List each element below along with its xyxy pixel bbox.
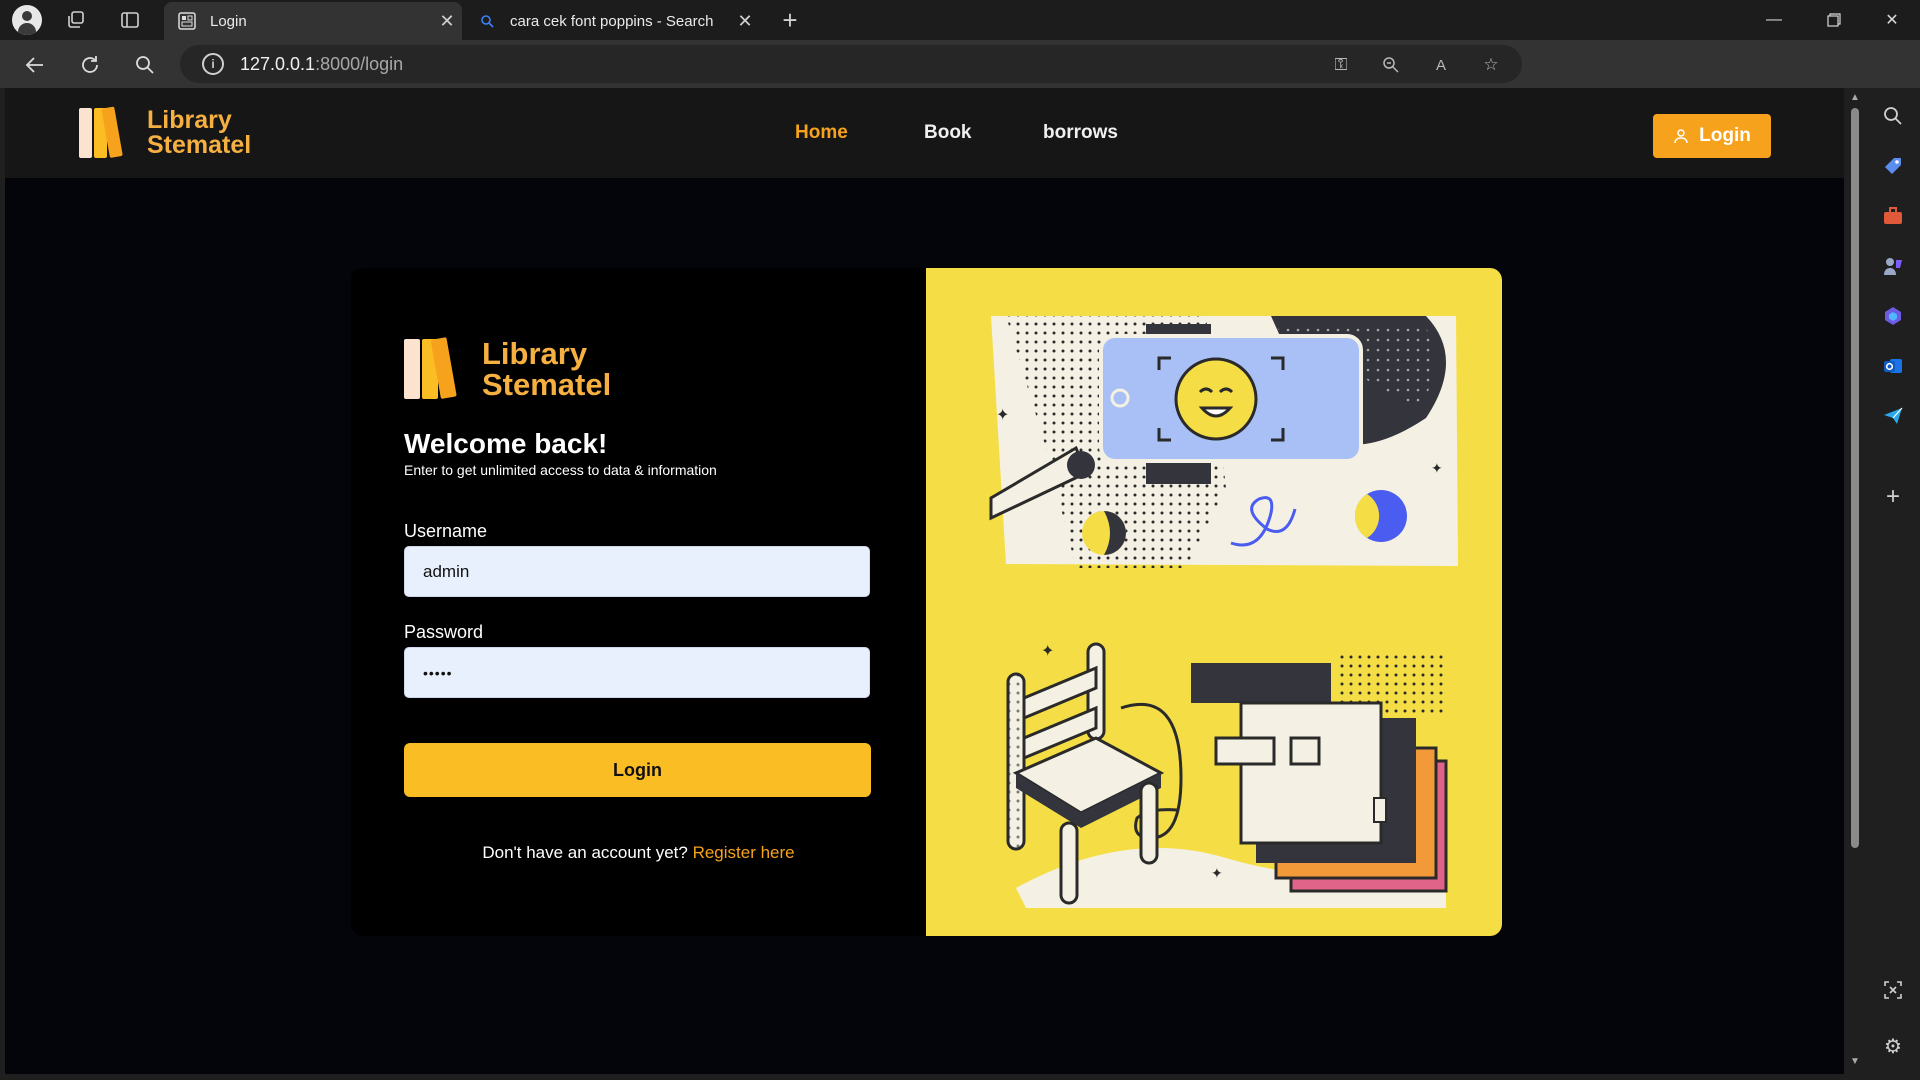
navbar-login-button[interactable]: Login xyxy=(1653,114,1771,158)
books-logo-icon xyxy=(79,106,133,158)
browser-tab-bar: Login ✕ cara cek font poppins - Search ✕… xyxy=(0,0,1920,40)
tab-login[interactable]: Login ✕ xyxy=(164,2,462,40)
logo-line-2: Stematel xyxy=(147,131,252,159)
workspaces-icon[interactable] xyxy=(62,6,90,34)
user-icon xyxy=(1673,128,1689,144)
zoom-out-icon[interactable] xyxy=(1380,54,1402,76)
svg-text:✦: ✦ xyxy=(1211,865,1223,881)
scroll-down-icon[interactable]: ▼ xyxy=(1849,1056,1861,1068)
outlook-icon[interactable] xyxy=(1879,352,1907,380)
svg-text:✦: ✦ xyxy=(1041,643,1054,660)
screenshot-capture-icon[interactable] xyxy=(1879,976,1907,1004)
telegram-send-icon[interactable] xyxy=(1879,402,1907,430)
sidebar-search-icon[interactable] xyxy=(1879,102,1907,130)
register-link[interactable]: Register here xyxy=(693,843,795,862)
nav-book[interactable]: Book xyxy=(924,122,972,144)
username-input[interactable]: admin xyxy=(404,546,870,597)
page-scrollbar[interactable]: ▲ ▼ xyxy=(1844,88,1866,1074)
search-icon[interactable] xyxy=(130,50,160,80)
read-aloud-icon[interactable]: A xyxy=(1430,54,1452,76)
svg-text:✦: ✦ xyxy=(1431,460,1443,476)
vertical-tabs-icon[interactable] xyxy=(116,6,144,34)
nav-borrows[interactable]: borrows xyxy=(1043,122,1118,144)
tab-search[interactable]: cara cek font poppins - Search ✕ xyxy=(464,2,760,40)
back-icon[interactable] xyxy=(20,50,50,80)
login-illustration: ✦ ✦ ✦ ✦ xyxy=(989,316,1458,908)
logo-line-1: Library xyxy=(147,106,232,134)
page-favicon-icon xyxy=(178,12,196,30)
scroll-up-icon[interactable]: ▲ xyxy=(1849,92,1861,104)
logo-line-1: Library xyxy=(482,336,588,371)
search-favicon-icon xyxy=(478,12,496,30)
register-prompt-text: Don't have an account yet? xyxy=(482,843,688,862)
login-card: Library Stematel Welcome back! Enter to … xyxy=(351,268,1502,936)
sidebar-settings-gear-icon[interactable]: ⚙ xyxy=(1879,1032,1907,1060)
new-tab-icon[interactable]: + xyxy=(776,5,804,35)
register-prompt: Don't have an account yet? Register here xyxy=(351,843,926,863)
site-info-icon[interactable]: i xyxy=(202,53,224,75)
password-label: Password xyxy=(404,622,484,642)
welcome-heading: Welcome back! xyxy=(404,428,608,459)
form-logo: Library Stematel xyxy=(404,336,612,402)
close-window-icon[interactable]: ✕ xyxy=(1864,0,1920,40)
tab-title: cara cek font poppins - Search xyxy=(510,12,714,30)
page-viewport: Library Stematel Home Book borrows Login xyxy=(5,88,1844,1074)
logo-line-2: Stematel xyxy=(482,367,612,402)
tab-close-icon[interactable]: ✕ xyxy=(432,11,462,32)
profile-avatar-icon[interactable] xyxy=(12,5,42,35)
scroll-thumb[interactable] xyxy=(1851,108,1859,848)
username-label: Username xyxy=(404,521,488,541)
copilot-365-icon[interactable] xyxy=(1879,302,1907,330)
tab-title: Login xyxy=(210,12,247,30)
navbar-login-label: Login xyxy=(1699,125,1751,146)
illustration-panel: ✦ ✦ ✦ ✦ xyxy=(926,268,1502,936)
add-sidebar-app-icon[interactable]: + xyxy=(1879,483,1907,511)
books-logo-icon xyxy=(404,337,468,399)
nav-home[interactable]: Home xyxy=(795,122,848,144)
site-navbar: Library Stematel Home Book borrows Login xyxy=(5,88,1844,178)
url-host: 127.0.0.1 xyxy=(240,53,316,74)
url-path: :8000/login xyxy=(315,53,404,74)
welcome-subtext: Enter to get unlimited access to data & … xyxy=(404,462,717,478)
browser-address-bar: i 127.0.0.1:8000/login ⚿ A ☆ ☆ ··· xyxy=(0,40,1920,117)
svg-text:✦: ✦ xyxy=(996,407,1009,424)
password-input[interactable]: ••••• xyxy=(404,647,870,698)
tools-briefcase-icon[interactable] xyxy=(1879,202,1907,230)
games-icon[interactable] xyxy=(1879,252,1907,280)
refresh-icon[interactable] xyxy=(75,50,105,80)
url-input[interactable]: i 127.0.0.1:8000/login ⚿ A ☆ xyxy=(180,45,1522,83)
restore-icon[interactable] xyxy=(1806,0,1862,40)
favorite-star-icon[interactable]: ☆ xyxy=(1480,54,1502,76)
edge-sidebar: + ⚙ xyxy=(1866,88,1920,1080)
key-icon[interactable]: ⚿ xyxy=(1330,54,1352,76)
minimize-icon[interactable]: — xyxy=(1746,0,1802,40)
tab-close-icon[interactable]: ✕ xyxy=(730,11,760,32)
login-submit-button[interactable]: Login xyxy=(404,743,871,797)
login-form-panel: Library Stematel Welcome back! Enter to … xyxy=(351,268,926,936)
site-logo[interactable]: Library Stematel xyxy=(79,106,252,159)
shopping-tag-icon[interactable] xyxy=(1879,152,1907,180)
